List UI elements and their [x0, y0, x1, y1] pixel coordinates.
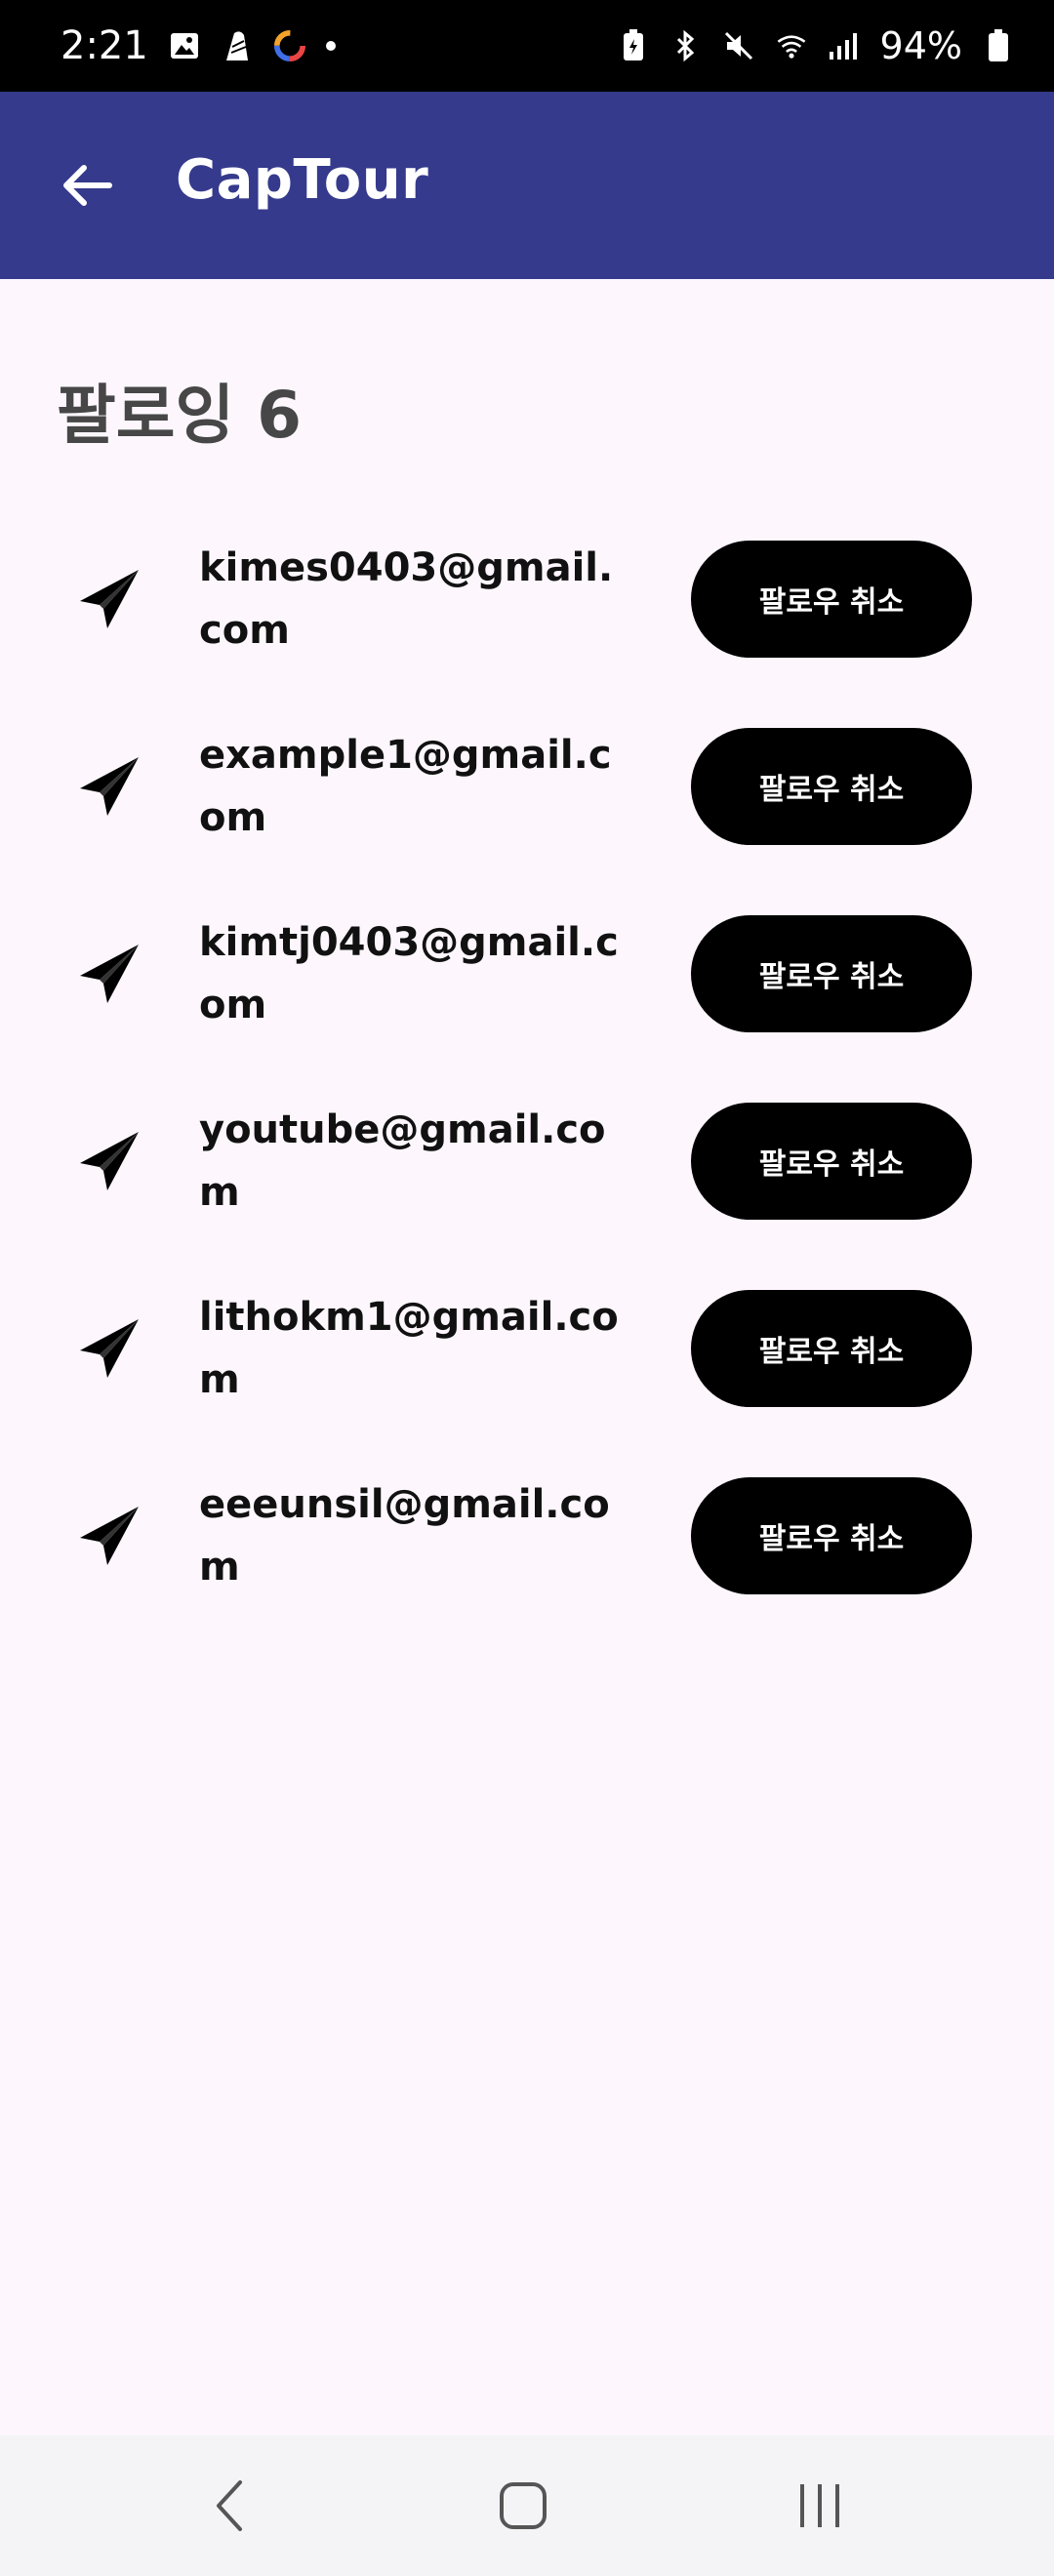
nav-back-button[interactable] [191, 2475, 269, 2537]
following-count-title: 팔로잉 6 [57, 378, 303, 453]
battery-saver-icon [617, 26, 650, 65]
unfollow-button[interactable]: 팔로우 취소 [691, 1477, 972, 1594]
list-item: kimtj0403@gmail.com 팔로우 취소 [0, 880, 1054, 1067]
mute-icon [722, 26, 755, 65]
more-notifications-dot [325, 41, 336, 51]
battery-icon [982, 26, 1015, 65]
paper-plane-icon [80, 757, 139, 816]
paper-plane-icon [80, 945, 139, 1003]
follower-email: lithokm1@gmail.com [199, 1295, 619, 1402]
app-title: CapTour [176, 148, 429, 212]
back-button[interactable] [47, 146, 125, 224]
nav-recents-button[interactable] [781, 2475, 859, 2537]
follower-email: kimtj0403@gmail.com [199, 920, 619, 1027]
paper-plane-icon [80, 570, 139, 628]
paper-plane-icon [80, 1507, 139, 1565]
follower-email: youtube@gmail.com [199, 1107, 606, 1215]
nav-recents-icon [800, 2484, 839, 2527]
unfollow-button[interactable]: 팔로우 취소 [691, 1103, 972, 1220]
list-item: example1@gmail.com 팔로우 취소 [0, 693, 1054, 880]
unfollow-button[interactable]: 팔로우 취소 [691, 541, 972, 658]
status-left: 2:21 [61, 23, 336, 68]
following-list: kimes0403@gmail.com 팔로우 취소 example1@gmai… [0, 505, 1054, 1630]
nav-home-icon [500, 2482, 547, 2529]
unfollow-button[interactable]: 팔로우 취소 [691, 915, 972, 1032]
status-right: 94% [617, 24, 1015, 67]
bluetooth-icon [669, 26, 703, 65]
follower-email: kimes0403@gmail.com [199, 545, 614, 653]
list-item: lithokm1@gmail.com 팔로우 취소 [0, 1255, 1054, 1442]
app-bar: CapTour [0, 92, 1054, 279]
list-item: eeeunsil@gmail.com 팔로우 취소 [0, 1442, 1054, 1630]
status-bar: 2:21 94% [0, 0, 1054, 92]
unfollow-button[interactable]: 팔로우 취소 [691, 728, 972, 845]
app-notification-icon [221, 26, 254, 65]
nav-back-icon [217, 2480, 242, 2531]
signal-icon [828, 26, 861, 65]
follower-email: eeeunsil@gmail.com [199, 1482, 610, 1590]
list-item: kimes0403@gmail.com 팔로우 취소 [0, 505, 1054, 693]
nav-home-button[interactable] [484, 2475, 562, 2537]
colorful-app-icon [273, 26, 306, 65]
system-nav-bar [0, 2435, 1054, 2576]
paper-plane-icon [80, 1132, 139, 1190]
arrow-back-icon [63, 165, 112, 206]
gallery-icon [168, 26, 201, 65]
unfollow-button[interactable]: 팔로우 취소 [691, 1290, 972, 1407]
status-time: 2:21 [61, 23, 148, 68]
battery-percent: 94% [879, 24, 962, 67]
paper-plane-icon [80, 1319, 139, 1378]
follower-email: example1@gmail.com [199, 733, 612, 840]
list-item: youtube@gmail.com 팔로우 취소 [0, 1067, 1054, 1255]
wifi-icon [775, 26, 808, 65]
